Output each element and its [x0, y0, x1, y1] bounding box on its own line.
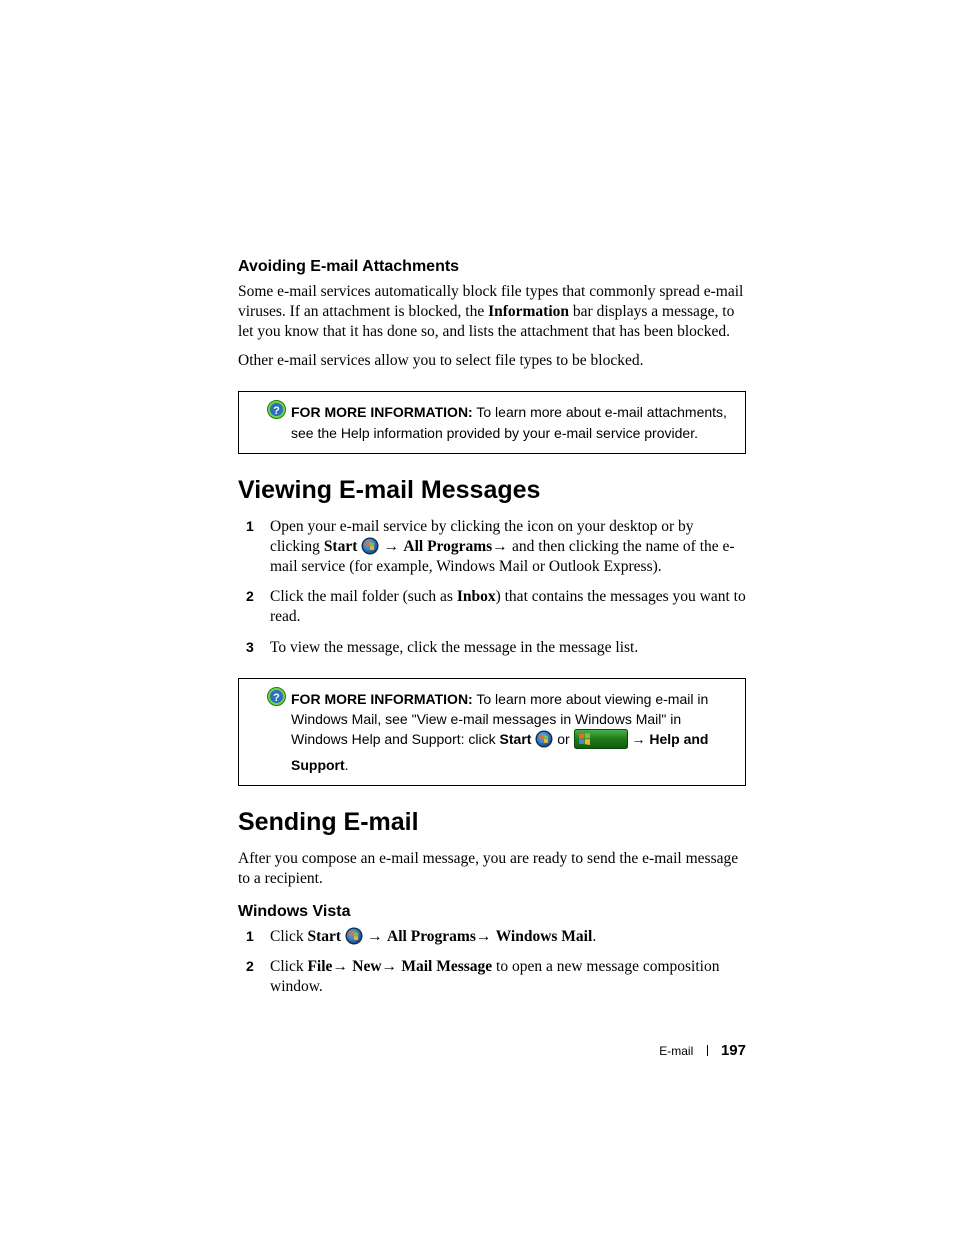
step-item: 2 Click the mail folder (such as Inbox) …: [238, 587, 746, 627]
step-number: 1: [246, 927, 254, 945]
text-bold-windows-mail: Windows Mail: [496, 928, 593, 945]
paragraph: Some e-mail services automatically block…: [238, 282, 746, 341]
step-number: 2: [246, 587, 254, 605]
subheading-avoiding-attachments: Avoiding E-mail Attachments: [238, 258, 746, 276]
text: To view the message, click the message i…: [270, 639, 638, 656]
text: Click the mail folder (such as: [270, 588, 457, 605]
text: Click: [270, 958, 307, 975]
footer-section-label: E-mail: [659, 1044, 693, 1058]
text-bold-information: Information: [488, 303, 569, 320]
footer-separator: [707, 1045, 708, 1056]
text-bold-file: File: [307, 958, 332, 975]
arrow-icon: →: [332, 958, 352, 975]
text-bold-all-programs: All Programs: [403, 538, 492, 555]
text-bold-new: New: [352, 958, 381, 975]
info-question-icon: ?: [267, 687, 286, 706]
text-bold-start: Start: [307, 928, 341, 945]
page-number: 197: [721, 1042, 746, 1059]
page-footer: E-mail 197: [238, 1042, 746, 1059]
arrow-icon: →: [492, 538, 512, 555]
step-item: 1 Open your e-mail service by clicking t…: [238, 517, 746, 577]
start-orb-icon: [361, 537, 379, 555]
heading-sending-email: Sending E-mail: [238, 808, 746, 837]
paragraph: After you compose an e-mail message, you…: [238, 849, 746, 889]
info-label: FOR MORE INFORMATION:: [291, 404, 473, 420]
info-question-icon: ?: [267, 400, 286, 419]
step-item: 2 Click File→ New→ Mail Message to open …: [238, 957, 746, 997]
arrow-icon: →: [382, 958, 402, 975]
arrow-icon: →: [379, 538, 403, 555]
steps-list: 1 Click Start → All Programs→ Windows Ma…: [238, 927, 746, 997]
text-bold-all-programs: All Programs: [387, 928, 476, 945]
info-box: ? FOR MORE INFORMATION: To learn more ab…: [238, 391, 746, 454]
step-number: 3: [246, 638, 254, 656]
vista-start-button-icon: [574, 729, 628, 754]
arrow-icon: →: [476, 928, 496, 945]
paragraph: Other e-mail services allow you to selec…: [238, 351, 746, 371]
svg-text:?: ?: [273, 405, 280, 417]
text: .: [345, 757, 349, 773]
text-bold-mail-message: Mail Message: [401, 958, 492, 975]
step-item: 3 To view the message, click the message…: [238, 638, 746, 658]
step-item: 1 Click Start → All Programs→ Windows Ma…: [238, 927, 746, 947]
info-box: ? FOR MORE INFORMATION: To learn more ab…: [238, 678, 746, 786]
text: .: [592, 928, 596, 945]
arrow-icon: →: [363, 928, 387, 945]
step-number: 1: [246, 517, 254, 535]
text-bold-start: Start: [324, 538, 358, 555]
text-bold-inbox: Inbox: [457, 588, 496, 605]
text-bold-start: Start: [500, 731, 532, 747]
start-orb-icon: [345, 927, 363, 945]
arrow-icon: →: [628, 731, 650, 747]
text-or: or: [553, 731, 573, 747]
subheading-windows-vista: Windows Vista: [238, 903, 746, 921]
heading-viewing-email: Viewing E-mail Messages: [238, 476, 746, 505]
step-number: 2: [246, 957, 254, 975]
start-orb-icon: [535, 730, 553, 748]
steps-list: 1 Open your e-mail service by clicking t…: [238, 517, 746, 658]
info-label: FOR MORE INFORMATION:: [291, 691, 473, 707]
text: Click: [270, 928, 307, 945]
svg-text:?: ?: [273, 692, 280, 704]
